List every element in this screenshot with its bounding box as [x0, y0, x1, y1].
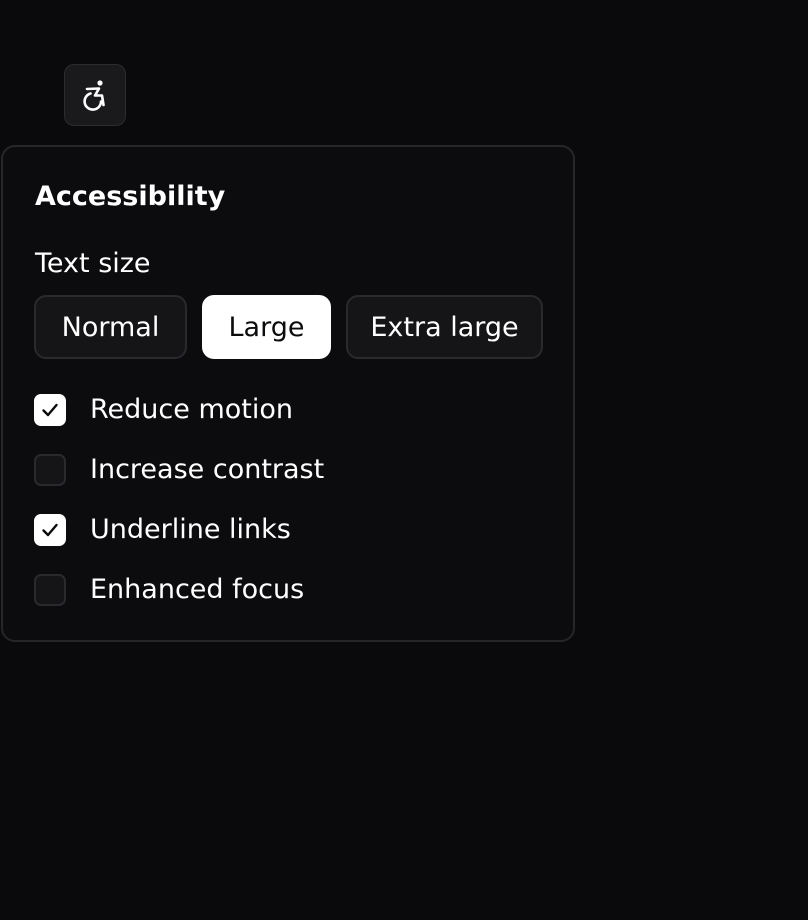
enhanced-focus-option[interactable]: Enhanced focus [34, 570, 304, 610]
text-size-label: Text size [35, 248, 151, 279]
enhanced-focus-label: Enhanced focus [90, 574, 305, 605]
text-size-normal-button[interactable]: Normal [34, 295, 187, 359]
reduce-motion-option[interactable]: Reduce motion [34, 390, 293, 430]
panel-title: Accessibility [35, 181, 226, 212]
page: Accessibility Text size Normal Large Ext… [0, 0, 808, 920]
text-size-extra-large-button[interactable]: Extra large [346, 295, 543, 359]
text-size-large-button[interactable]: Large [202, 295, 331, 359]
reduce-motion-checkbox[interactable] [34, 394, 66, 426]
increase-contrast-checkbox[interactable] [34, 454, 66, 486]
enhanced-focus-checkbox[interactable] [34, 574, 66, 606]
accessibility-menu-button[interactable] [64, 64, 126, 126]
accessibility-icon [79, 78, 111, 112]
increase-contrast-label: Increase contrast [90, 454, 325, 485]
accessibility-panel: Accessibility Text size Normal Large Ext… [1, 145, 575, 642]
checkmark-icon [42, 523, 58, 537]
increase-contrast-option[interactable]: Increase contrast [34, 450, 324, 490]
checkmark-icon [42, 403, 58, 417]
underline-links-label: Underline links [90, 514, 291, 545]
reduce-motion-label: Reduce motion [90, 394, 293, 425]
underline-links-option[interactable]: Underline links [34, 510, 291, 550]
underline-links-checkbox[interactable] [34, 514, 66, 546]
